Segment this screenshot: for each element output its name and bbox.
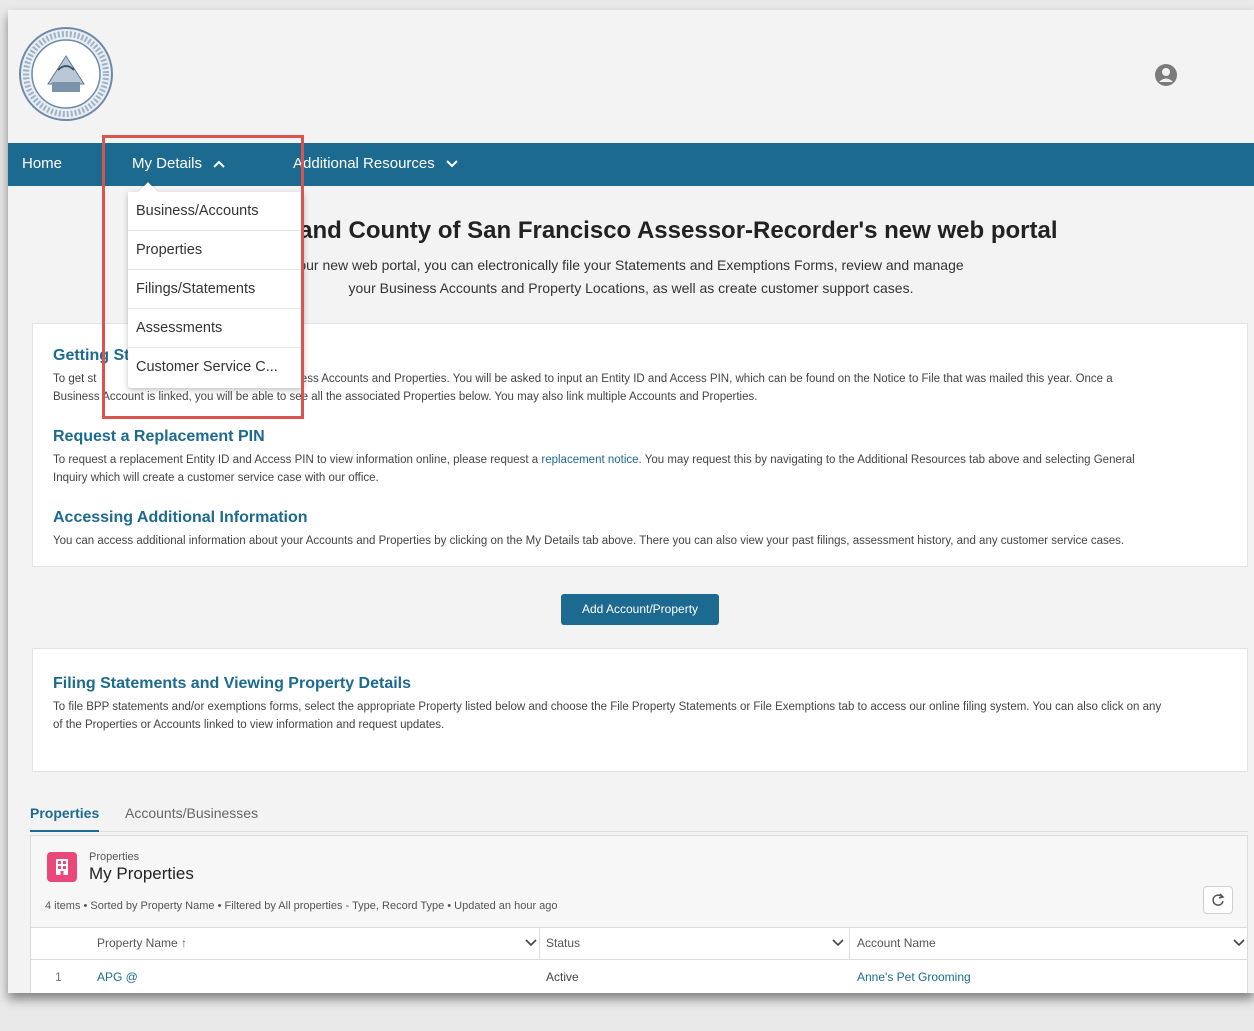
filing-text: To file BPP statements and/or exemptions… bbox=[53, 698, 1233, 734]
my-details-dropdown: Business/Accounts Properties Filings/Sta… bbox=[128, 182, 304, 388]
refresh-icon bbox=[1212, 893, 1225, 906]
getting-started-heading: Getting St bbox=[53, 347, 130, 364]
menu-item-properties[interactable]: Properties bbox=[128, 231, 304, 270]
site-header bbox=[8, 10, 1254, 143]
replacement-pin-text-post: . You may request this by navigating to … bbox=[638, 454, 1135, 466]
portal-page: Home My Details Additional Resources the… bbox=[8, 10, 1254, 993]
tab-properties[interactable]: Properties bbox=[30, 800, 100, 832]
getting-started-text-c: Business Account is linked, you will be … bbox=[53, 391, 758, 403]
chevron-down-icon bbox=[446, 160, 458, 168]
nav-additional-resources[interactable]: Additional Resources bbox=[293, 143, 458, 186]
replacement-pin-heading: Request a Replacement PIN bbox=[53, 428, 265, 445]
column-property-name-label: Property Name bbox=[97, 936, 178, 950]
getting-started-text-a: To get st bbox=[53, 373, 97, 385]
column-account-name-label: Account Name bbox=[857, 936, 936, 950]
status-value: Active bbox=[546, 970, 579, 984]
replacement-notice-link[interactable]: replacement notice bbox=[541, 454, 638, 466]
additional-info-heading: Accessing Additional Information bbox=[53, 509, 308, 526]
getting-started-text-b: your Business Accounts and Properties. Y… bbox=[246, 373, 1113, 385]
menu-item-customer-service-cases[interactable]: Customer Service C... bbox=[128, 348, 304, 387]
column-header-account-name[interactable]: Account Name bbox=[857, 928, 1245, 959]
account-name-link[interactable]: Anne's Pet Grooming bbox=[857, 960, 971, 993]
column-header-status[interactable]: Status bbox=[546, 928, 844, 959]
property-name-link[interactable]: APG @ bbox=[97, 960, 138, 993]
properties-building-icon bbox=[47, 852, 77, 882]
add-account-property-button[interactable]: Add Account/Property bbox=[561, 594, 719, 625]
filing-text-line1: To file BPP statements and/or exemptions… bbox=[53, 701, 1162, 713]
properties-list-view: Properties My Properties 4 items • Sorte… bbox=[30, 835, 1248, 993]
list-title: My Properties bbox=[89, 864, 194, 883]
filing-text-line2: of the Properties or Accounts linked to … bbox=[53, 719, 445, 731]
list-object-label: Properties bbox=[89, 851, 140, 863]
chevron-down-icon[interactable] bbox=[832, 938, 844, 948]
sort-ascending-icon: ↑ bbox=[181, 936, 188, 950]
menu-item-assessments[interactable]: Assessments bbox=[128, 309, 304, 348]
replacement-pin-text-line2: Inquiry which will create a customer ser… bbox=[53, 472, 379, 484]
nav-home[interactable]: Home bbox=[22, 143, 62, 186]
row-number: 1 bbox=[55, 970, 62, 984]
filing-card: Filing Statements and Viewing Property D… bbox=[32, 648, 1248, 772]
nav-my-details-label: My Details bbox=[132, 155, 203, 172]
table-row: 1 APG @ Active Anne's Pet Grooming bbox=[31, 960, 1247, 993]
table-header: Property Name ↑ Status Account Name bbox=[31, 927, 1247, 960]
chevron-down-icon[interactable] bbox=[525, 938, 537, 948]
main-nav: Home My Details Additional Resources bbox=[8, 143, 1254, 186]
chevron-up-icon bbox=[213, 160, 225, 168]
menu-item-business-accounts[interactable]: Business/Accounts bbox=[128, 192, 304, 231]
refresh-button[interactable] bbox=[1203, 886, 1233, 914]
city-seal-icon[interactable] bbox=[18, 26, 114, 122]
record-tabs: Properties Accounts/Businesses bbox=[30, 800, 1248, 832]
column-header-property-name[interactable]: Property Name ↑ bbox=[97, 928, 537, 959]
replacement-pin-text: To request a replacement Entity ID and A… bbox=[53, 451, 1233, 487]
nav-my-details[interactable]: My Details bbox=[132, 143, 225, 186]
tab-accounts-businesses[interactable]: Accounts/Businesses bbox=[125, 800, 258, 832]
chevron-down-icon[interactable] bbox=[1233, 938, 1245, 948]
menu-item-filings-statements[interactable]: Filings/Statements bbox=[128, 270, 304, 309]
list-meta: 4 items • Sorted by Property Name • Filt… bbox=[45, 900, 558, 912]
column-divider bbox=[849, 928, 850, 959]
column-status-label: Status bbox=[546, 936, 581, 950]
user-avatar-icon[interactable] bbox=[1154, 63, 1178, 87]
column-divider bbox=[539, 928, 540, 959]
replacement-pin-text-pre: To request a replacement Entity ID and A… bbox=[53, 454, 542, 466]
additional-info-text: You can access additional information ab… bbox=[53, 535, 1125, 547]
filing-heading: Filing Statements and Viewing Property D… bbox=[53, 675, 412, 692]
nav-home-label: Home bbox=[22, 155, 63, 172]
nav-additional-resources-label: Additional Resources bbox=[293, 155, 435, 172]
